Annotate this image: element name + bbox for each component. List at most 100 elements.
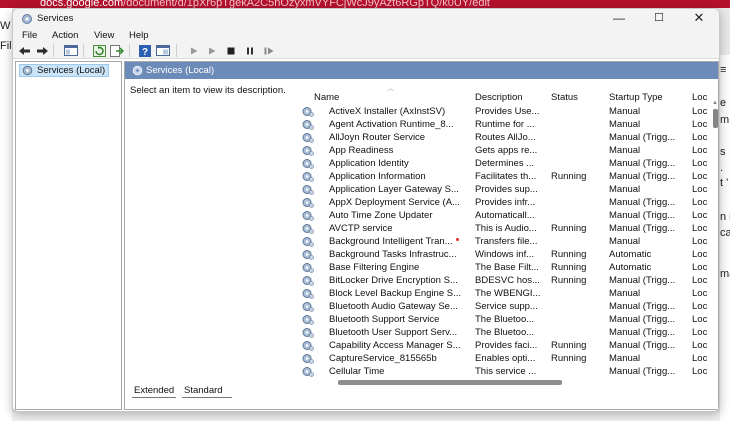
service-startup-type: Manual: [609, 236, 641, 247]
export-list-button[interactable]: [110, 44, 124, 57]
service-description: Gets apps re...: [475, 145, 538, 156]
scroll-up-icon[interactable]: ▲: [711, 100, 719, 108]
service-row[interactable]: Application Layer Gateway S... Provides s…: [302, 184, 719, 197]
service-row[interactable]: Bluetooth Audio Gateway Se... Service sup…: [302, 301, 719, 314]
service-name: Auto Time Zone Updater: [329, 210, 433, 221]
service-name: Capability Access Manager S...: [329, 340, 461, 351]
show-hide-console-tree-button[interactable]: [64, 44, 78, 57]
properties-button[interactable]: [156, 44, 170, 57]
start-service-alt-button[interactable]: [205, 44, 219, 57]
tab-extended[interactable]: Extended: [132, 385, 176, 397]
service-description: The Bluetoo...: [475, 314, 535, 325]
services-gear-icon: [22, 14, 32, 24]
svg-text:?: ?: [142, 47, 148, 57]
service-description: Windows inf...: [475, 249, 535, 260]
service-row[interactable]: Background Intelligent Tran... Transfers …: [302, 236, 719, 249]
column-header-description[interactable]: Description: [475, 92, 523, 103]
maximize-button[interactable]: ☐: [639, 9, 679, 29]
bg-fragment: t ': [720, 177, 729, 189]
url-domain: docs.google.com: [40, 0, 124, 8]
menu-file[interactable]: File: [22, 30, 37, 41]
service-name: Bluetooth User Support Serv...: [329, 327, 458, 338]
service-gear-icon: [302, 120, 314, 130]
service-row[interactable]: Application Identity Determines ... Manual…: [302, 158, 719, 171]
back-button[interactable]: [17, 44, 31, 57]
service-description: Provides sup...: [475, 184, 538, 195]
service-name: AllJoyn Router Service: [329, 132, 426, 143]
service-row[interactable]: Capability Access Manager S... Provides f…: [302, 340, 719, 353]
service-row[interactable]: App Readiness Gets apps re... Manual Loc: [302, 145, 719, 158]
service-description: Service supp...: [475, 301, 538, 312]
service-row[interactable]: Application Information Facilitates th...…: [302, 171, 719, 184]
horizontal-scroll-thumb[interactable]: [338, 380, 562, 385]
refresh-button[interactable]: [92, 44, 106, 57]
start-service-button[interactable]: [187, 44, 201, 57]
export-list-icon: [110, 44, 124, 57]
help-icon: ?: [139, 44, 151, 57]
service-description: This service ...: [475, 366, 537, 377]
service-row[interactable]: AVCTP service This is Audio... Running Manu…: [302, 223, 719, 236]
service-row[interactable]: BitLocker Drive Encryption S... BDESVC ho…: [302, 275, 719, 288]
service-row[interactable]: AllJoyn Router Service Routes AllJo... Man…: [302, 132, 719, 145]
services-list[interactable]: ︿ Name Description Status Startup Type L…: [302, 83, 719, 390]
column-header-log-on-as[interactable]: Loc: [692, 92, 707, 103]
service-log-on-as: Loc: [692, 197, 708, 208]
column-header-status[interactable]: Status: [551, 92, 578, 103]
service-startup-type: Manual (Trigg...: [609, 158, 676, 169]
forward-button[interactable]: [35, 44, 49, 57]
service-name: Application Information: [329, 171, 426, 182]
properties-icon: [156, 45, 170, 56]
service-log-on-as: Loc: [692, 171, 708, 182]
service-description: The WBENGI...: [475, 288, 541, 299]
pause-service-button[interactable]: [243, 44, 257, 57]
service-row[interactable]: Block Level Backup Engine S... The WBENGI…: [302, 288, 719, 301]
service-gear-icon: [302, 289, 314, 299]
stop-service-button[interactable]: [224, 44, 238, 57]
service-status: Running: [551, 223, 587, 234]
service-row[interactable]: Agent Activation Runtime_8... Runtime for…: [302, 119, 719, 132]
vertical-scrollbar[interactable]: ▲: [711, 100, 719, 378]
service-startup-type: Manual: [609, 184, 641, 195]
service-log-on-as: Loc: [692, 366, 708, 377]
column-header-startup-type[interactable]: Startup Type: [609, 92, 663, 103]
service-gear-icon: [302, 315, 314, 325]
arrow-right-icon: [36, 46, 48, 55]
service-row[interactable]: Background Tasks Infrastruc... Windows in…: [302, 249, 719, 262]
service-log-on-as: Loc: [692, 132, 708, 143]
service-row[interactable]: CaptureService_815565b Enables opti... Run…: [302, 353, 719, 366]
play-icon: [209, 47, 216, 54]
toolbar-separator: [83, 44, 84, 57]
service-row[interactable]: ActiveX Installer (AxInstSV) Provides Use…: [302, 106, 719, 119]
restart-service-button[interactable]: [262, 44, 276, 57]
close-button[interactable]: ✕: [679, 9, 719, 29]
tab-standard[interactable]: Standard: [182, 385, 225, 397]
minimize-button[interactable]: —: [599, 9, 639, 29]
service-startup-type: Manual (Trigg...: [609, 366, 676, 377]
service-row[interactable]: Bluetooth User Support Serv... The Blueto…: [302, 327, 719, 340]
column-header-name[interactable]: Name: [314, 92, 339, 103]
service-name: Bluetooth Support Service: [329, 314, 440, 325]
service-row[interactable]: Bluetooth Support Service The Bluetoo... M…: [302, 314, 719, 327]
tree-item-services-local[interactable]: Services (Local): [19, 64, 110, 77]
service-log-on-as: Loc: [692, 288, 708, 299]
browser-url[interactable]: docs.google.com/document/d/1pXr6pTgekA2C…: [40, 0, 490, 8]
service-row[interactable]: Auto Time Zone Updater Automaticall... Man…: [302, 210, 719, 223]
horizontal-scrollbar[interactable]: [315, 377, 711, 387]
service-row[interactable]: Base Filtering Engine The Base Filt... Run…: [302, 262, 719, 275]
console-tree-icon: [64, 45, 78, 56]
service-log-on-as: Loc: [692, 145, 708, 156]
service-row[interactable]: AppX Deployment Service (A... Provides in…: [302, 197, 719, 210]
menu-view[interactable]: View: [94, 30, 114, 41]
tab-underline: [182, 397, 232, 398]
menu-help[interactable]: Help: [129, 30, 149, 41]
console-tree: Services (Local): [15, 61, 122, 410]
service-name: Block Level Backup Engine S...: [329, 288, 462, 299]
services-gear-icon: [132, 65, 143, 76]
help-button[interactable]: ?: [138, 44, 152, 57]
menu-action[interactable]: Action: [52, 30, 78, 41]
services-window: Services — ☐ ✕ File Action View Help ? S…: [12, 8, 720, 412]
refresh-icon: [92, 44, 106, 57]
toolbar-separator: [129, 44, 130, 57]
vertical-scroll-thumb[interactable]: [713, 109, 718, 128]
title-bar[interactable]: Services — ☐ ✕: [13, 9, 719, 29]
